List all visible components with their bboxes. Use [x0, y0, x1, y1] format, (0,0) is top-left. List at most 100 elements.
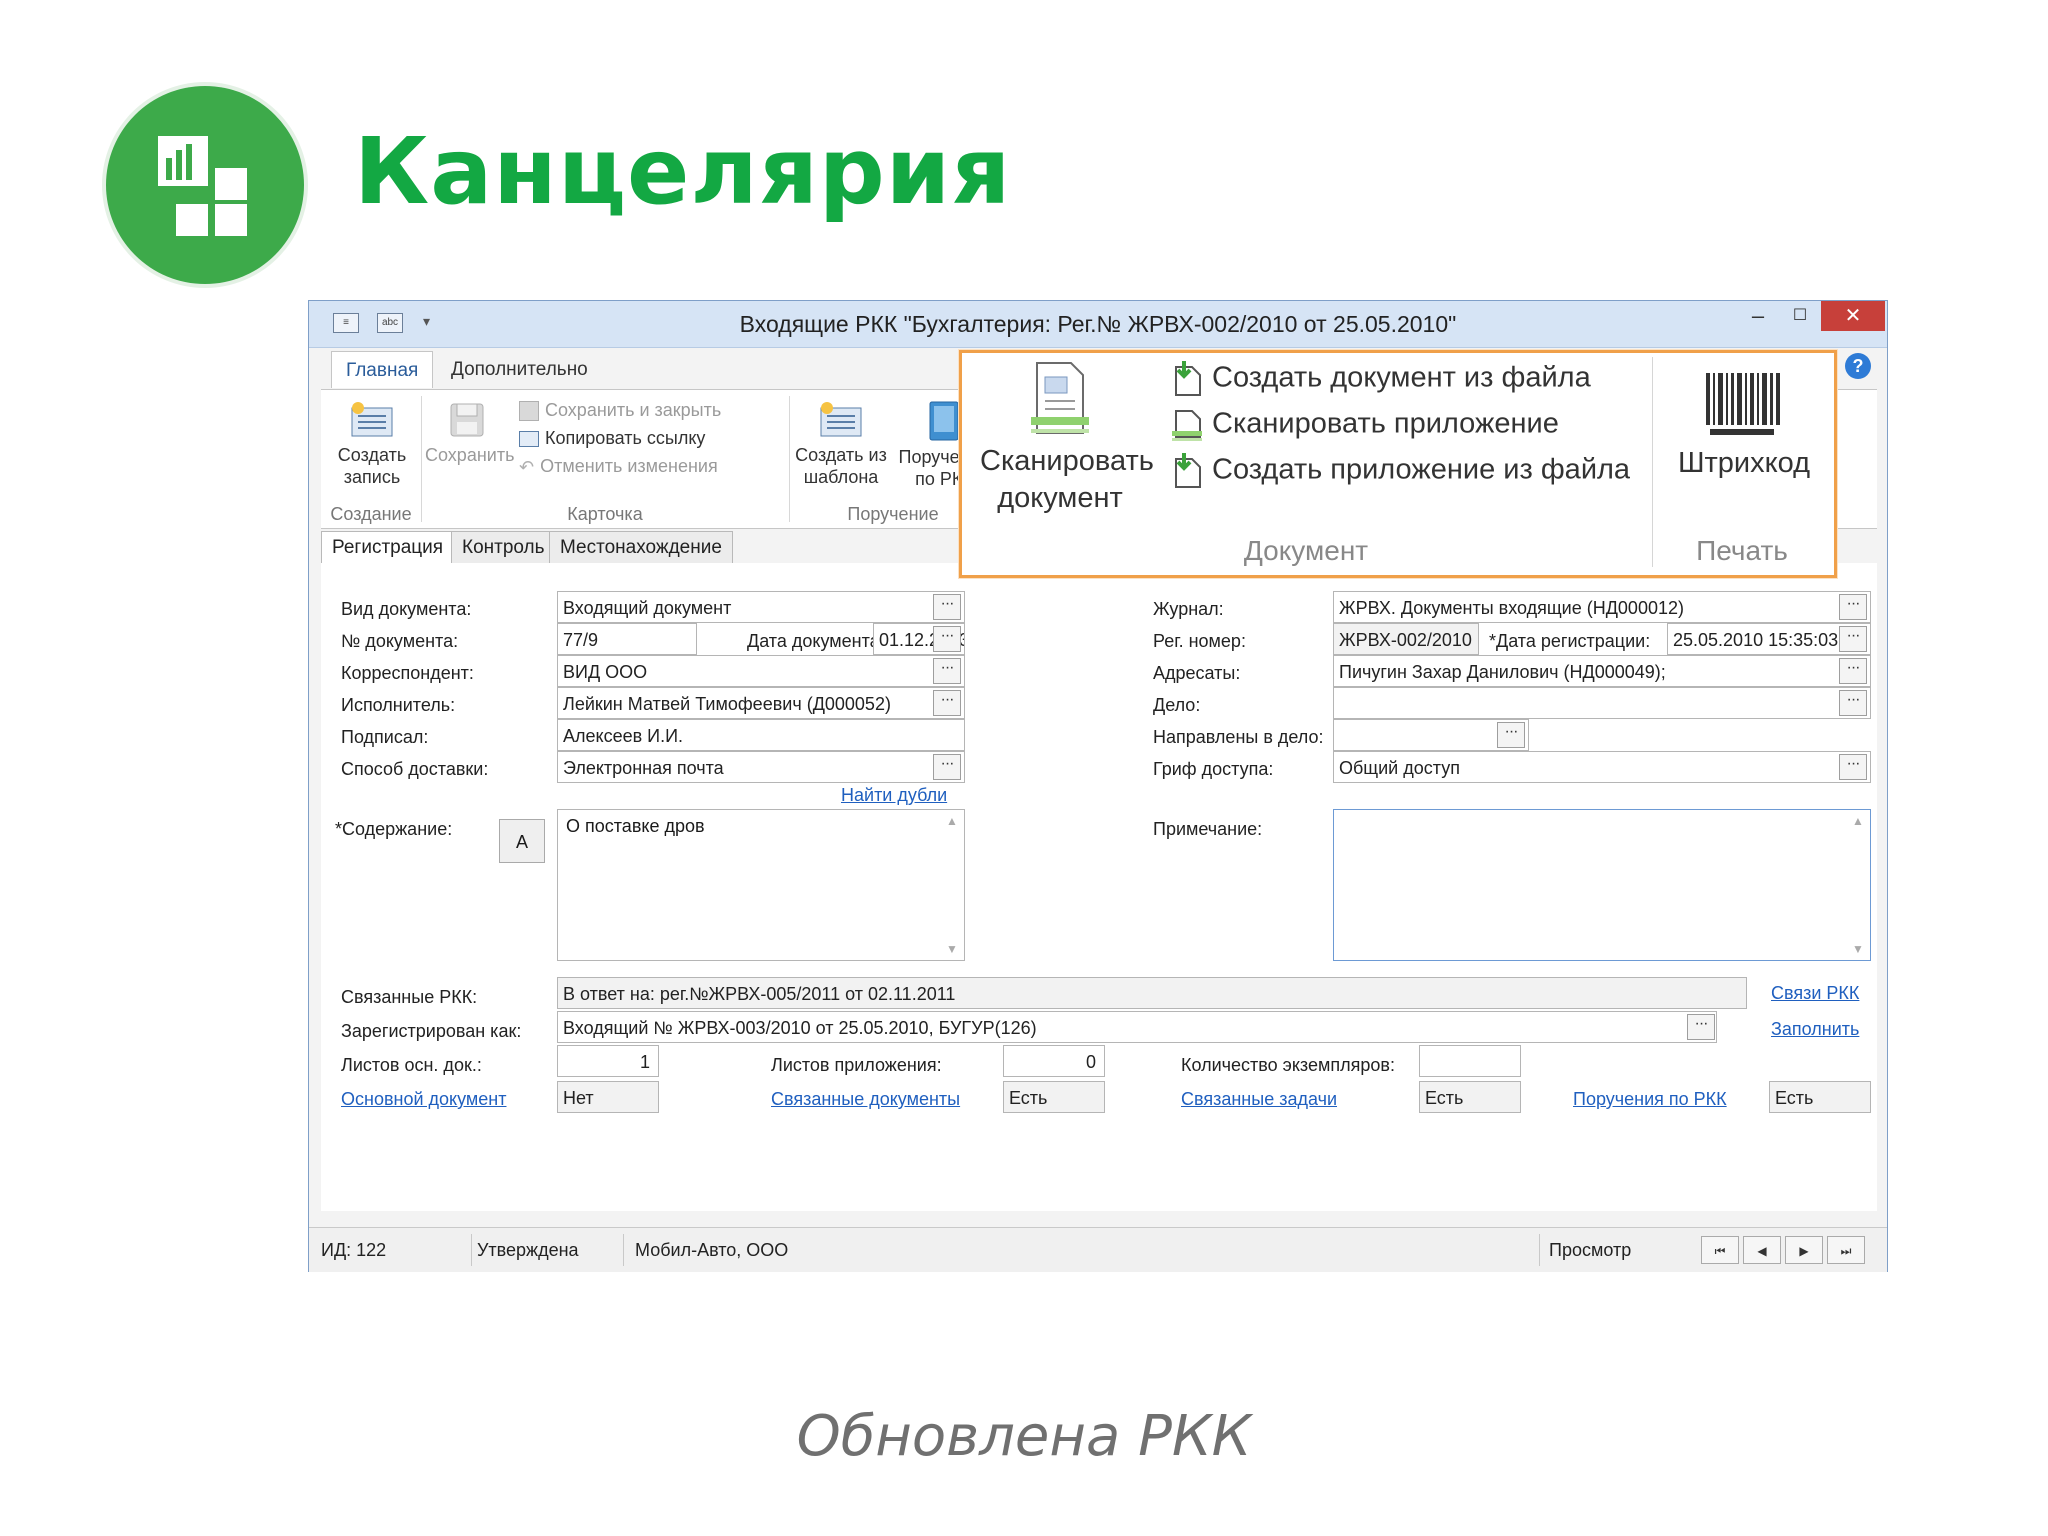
rkk-orders-field: Есть: [1769, 1081, 1871, 1113]
note-label: Примечание:: [1153, 819, 1263, 839]
doc-type-select-button[interactable]: ···: [933, 594, 961, 620]
signed-field[interactable]: Алексеев И.И.: [557, 719, 965, 751]
create-from-template-label: Создать из шаблона: [795, 445, 887, 487]
first-record-button[interactable]: ⏮: [1701, 1236, 1739, 1264]
registered-as-field[interactable]: Входящий № ЖРВХ-003/2010 от 25.05.2010, …: [557, 1011, 1717, 1043]
rkk-links-link[interactable]: Связи РКК: [1771, 983, 1859, 1004]
executor-select-button[interactable]: ···: [933, 690, 961, 716]
scan-document-button[interactable]: Сканировать документ: [980, 359, 1154, 517]
save-button[interactable]: Сохранить: [425, 400, 514, 466]
reg-number-field[interactable]: ЖРВХ-002/2010: [1333, 623, 1479, 655]
related-rkk-label: Связанные РКК:: [341, 987, 478, 1007]
scan-attachment-button[interactable]: Сканировать приложение: [1170, 407, 1559, 443]
main-document-link[interactable]: Основной документ: [341, 1089, 506, 1110]
executor-label: Исполнитель:: [341, 695, 456, 715]
related-tasks-link[interactable]: Связанные задачи: [1181, 1089, 1337, 1110]
registered-as-select-button[interactable]: ···: [1687, 1014, 1715, 1040]
related-tasks-field: Есть: [1419, 1081, 1521, 1113]
tab-location[interactable]: Местонахождение: [549, 531, 733, 564]
status-bar: ИД: 122 Утверждена Мобил-Авто, ООО Просм…: [309, 1227, 1887, 1272]
journal-label: Журнал:: [1153, 599, 1224, 619]
group-document-label: Документ: [1243, 535, 1369, 566]
main-document-field: Нет: [557, 1081, 659, 1113]
barcode-button[interactable]: Штрихкод: [1662, 371, 1826, 479]
prev-record-button[interactable]: ◀: [1743, 1236, 1781, 1264]
sheets-attach-label: Листов приложения:: [771, 1055, 942, 1075]
tab-main[interactable]: Главная: [331, 351, 434, 388]
create-record-button[interactable]: Создать запись: [327, 400, 417, 488]
help-icon[interactable]: ?: [1845, 353, 1871, 379]
sent-to-case-label: Направлены в дело:: [1153, 727, 1324, 747]
create-from-template-button[interactable]: Создать из шаблона: [793, 400, 889, 488]
doc-date-label: Дата документа:: [747, 631, 885, 651]
addressees-field[interactable]: Пичугин Захар Данилович (НД000049);: [1333, 655, 1871, 687]
record-id: ИД: 122: [321, 1240, 387, 1260]
save-close-label: Сохранить и закрыть: [545, 400, 722, 420]
executor-field[interactable]: Лейкин Матвей Тимофеевич (Д000052): [557, 687, 965, 719]
next-record-button[interactable]: ▶: [1785, 1236, 1823, 1264]
content-text: О поставке дров: [566, 816, 705, 836]
slide-title: Канцелярия: [354, 118, 1012, 225]
file-import-icon: [1175, 361, 1201, 396]
doc-date-select-button[interactable]: ···: [933, 626, 961, 652]
window-title: Входящие РКК "Бухгалтерия: Рег.№ ЖРВХ-00…: [739, 311, 1457, 337]
last-record-button[interactable]: ⏭: [1827, 1236, 1865, 1264]
access-field[interactable]: Общий доступ: [1333, 751, 1871, 783]
close-button[interactable]: ✕: [1821, 301, 1885, 331]
correspondent-field[interactable]: ВИД ООО: [557, 655, 965, 687]
correspondent-label: Корреспондент:: [341, 663, 474, 683]
create-doc-from-file-label: Создать документ из файла: [1212, 361, 1591, 394]
fill-link[interactable]: Заполнить: [1771, 1019, 1859, 1040]
case-field[interactable]: [1333, 687, 1871, 719]
content-scrollbar[interactable]: ▲ ▼: [942, 812, 962, 958]
find-duplicates-link[interactable]: Найти дубли: [841, 785, 947, 806]
record-state: Утверждена: [477, 1240, 579, 1260]
addressees-select-button[interactable]: ···: [1839, 658, 1867, 684]
cancel-changes-label: Отменить изменения: [540, 456, 718, 476]
create-doc-from-file-button[interactable]: Создать документ из файла: [1170, 361, 1591, 397]
tab-additional[interactable]: Дополнительно: [437, 351, 602, 387]
slide-caption: Обновлена РКК: [796, 1404, 1252, 1469]
save-close-button[interactable]: Сохранить и закрыть: [519, 400, 722, 422]
doc-number-field[interactable]: 77/9: [557, 623, 697, 655]
related-documents-field: Есть: [1003, 1081, 1105, 1113]
rkk-orders-link[interactable]: Поручения по РКК: [1573, 1089, 1727, 1110]
minimize-button[interactable]: –: [1737, 301, 1779, 331]
app-logo: [106, 86, 304, 284]
copies-field[interactable]: [1419, 1045, 1521, 1077]
journal-field[interactable]: ЖРВХ. Документы входящие (НД000012): [1333, 591, 1871, 623]
related-rkk-field[interactable]: В ответ на: рег.№ЖРВХ-005/2011 от 02.11.…: [557, 977, 1747, 1009]
journal-select-button[interactable]: ···: [1839, 594, 1867, 620]
related-documents-link[interactable]: Связанные документы: [771, 1089, 960, 1110]
cancel-changes-button[interactable]: ↶ Отменить изменения: [519, 456, 718, 478]
content-format-button[interactable]: А: [499, 819, 545, 863]
sheets-attach-field[interactable]: 0: [1003, 1045, 1105, 1077]
undo-icon: ↶: [519, 456, 535, 477]
reg-date-select-button[interactable]: ···: [1839, 626, 1867, 652]
barcode-label: Штрихкод: [1677, 447, 1811, 479]
delivery-field[interactable]: Электронная почта: [557, 751, 965, 783]
tab-control[interactable]: Контроль: [451, 531, 556, 564]
correspondent-select-button[interactable]: ···: [933, 658, 961, 684]
sheets-main-field[interactable]: 1: [557, 1045, 659, 1077]
maximize-button[interactable]: ☐: [1779, 301, 1821, 331]
save-close-icon: [519, 401, 539, 422]
copy-link-button[interactable]: Копировать ссылку: [519, 428, 705, 449]
delivery-select-button[interactable]: ···: [933, 754, 961, 780]
document-print-ribbon-highlight: Сканировать документ Создать документ из…: [959, 350, 1837, 578]
doc-type-field[interactable]: Входящий документ: [557, 591, 965, 623]
copies-label: Количество экземпляров:: [1181, 1055, 1395, 1075]
note-scrollbar[interactable]: ▲ ▼: [1848, 812, 1868, 958]
content-textarea[interactable]: О поставке дров ▲ ▼: [557, 809, 965, 961]
sent-to-case-select-button[interactable]: ···: [1497, 722, 1525, 748]
barcode-icon: [1706, 373, 1780, 435]
group-print-label: Печать: [1696, 535, 1788, 566]
tab-registration[interactable]: Регистрация: [321, 531, 455, 566]
access-select-button[interactable]: ···: [1839, 754, 1867, 780]
new-record-icon: [351, 402, 393, 437]
case-select-button[interactable]: ···: [1839, 690, 1867, 716]
note-textarea[interactable]: ▲ ▼: [1333, 809, 1871, 961]
create-attachment-from-file-button[interactable]: Создать приложение из файла: [1170, 453, 1630, 489]
scan-attachment-icon: [1172, 410, 1202, 441]
delivery-label: Способ доставки:: [341, 759, 489, 779]
